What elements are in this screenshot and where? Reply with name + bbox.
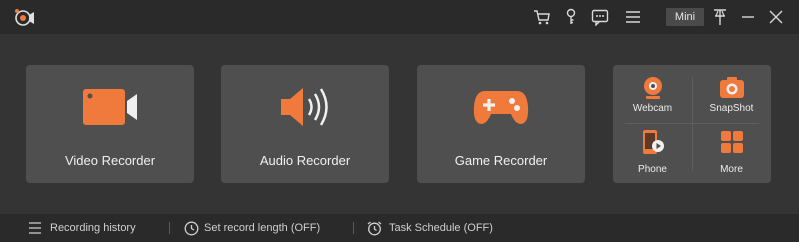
snapshot-label: SnapShot [709,103,754,114]
status-bar: Recording history Set record length (OFF… [0,214,799,242]
more-label: More [720,164,743,175]
logo-icon [15,9,34,26]
audio-recorder-button[interactable]: Audio Recorder [221,65,389,183]
game-recorder-button[interactable]: Game Recorder [417,65,585,183]
divider [169,222,170,234]
recording-history-label: Recording history [50,222,136,234]
cart-icon[interactable] [533,8,551,26]
webcam-icon [643,77,662,99]
menu-icon[interactable] [624,8,642,26]
title-bar: Mini [0,0,799,34]
task-schedule-label: Task Schedule (OFF) [389,222,493,234]
phone-label: Phone [638,164,667,175]
main-panel: Video Recorder Audio Recorder Game Recor… [0,34,799,214]
recording-history-button[interactable]: Recording history [28,220,158,236]
clock-icon [184,221,199,236]
chat-icon[interactable] [591,8,609,26]
more-button[interactable]: More [692,123,771,179]
webcam-label: Webcam [632,103,673,114]
set-record-length-button[interactable]: Set record length (OFF) [184,220,344,236]
game-recorder-label: Game Recorder [454,153,548,168]
gamepad-icon [473,91,529,124]
task-schedule-button[interactable]: Task Schedule (OFF) [367,220,507,236]
snapshot-button[interactable]: SnapShot [692,68,771,124]
video-recorder-label: Video Recorder [64,153,156,168]
app-window: Mini Video Recorder Audio Recorder Game … [0,0,799,242]
alarm-clock-icon [367,221,382,236]
grid-icon [720,131,743,153]
webcam-button[interactable]: Webcam [613,68,692,124]
video-recorder-button[interactable]: Video Recorder [26,65,194,183]
pin-icon[interactable] [711,8,729,26]
divider [353,222,354,234]
camera-icon [719,77,744,98]
set-record-length-label: Set record length (OFF) [204,222,321,234]
tools-panel: Webcam SnapShot Phone More [613,65,771,183]
key-icon[interactable] [562,8,580,26]
mini-button[interactable]: Mini [666,8,704,26]
close-icon[interactable] [767,8,785,26]
video-camera-icon [83,89,137,125]
phone-button[interactable]: Phone [613,123,692,179]
speaker-icon [281,88,328,126]
minimize-icon[interactable] [739,8,757,26]
phone-icon [642,130,664,154]
audio-recorder-label: Audio Recorder [259,153,351,168]
list-icon [29,222,41,234]
